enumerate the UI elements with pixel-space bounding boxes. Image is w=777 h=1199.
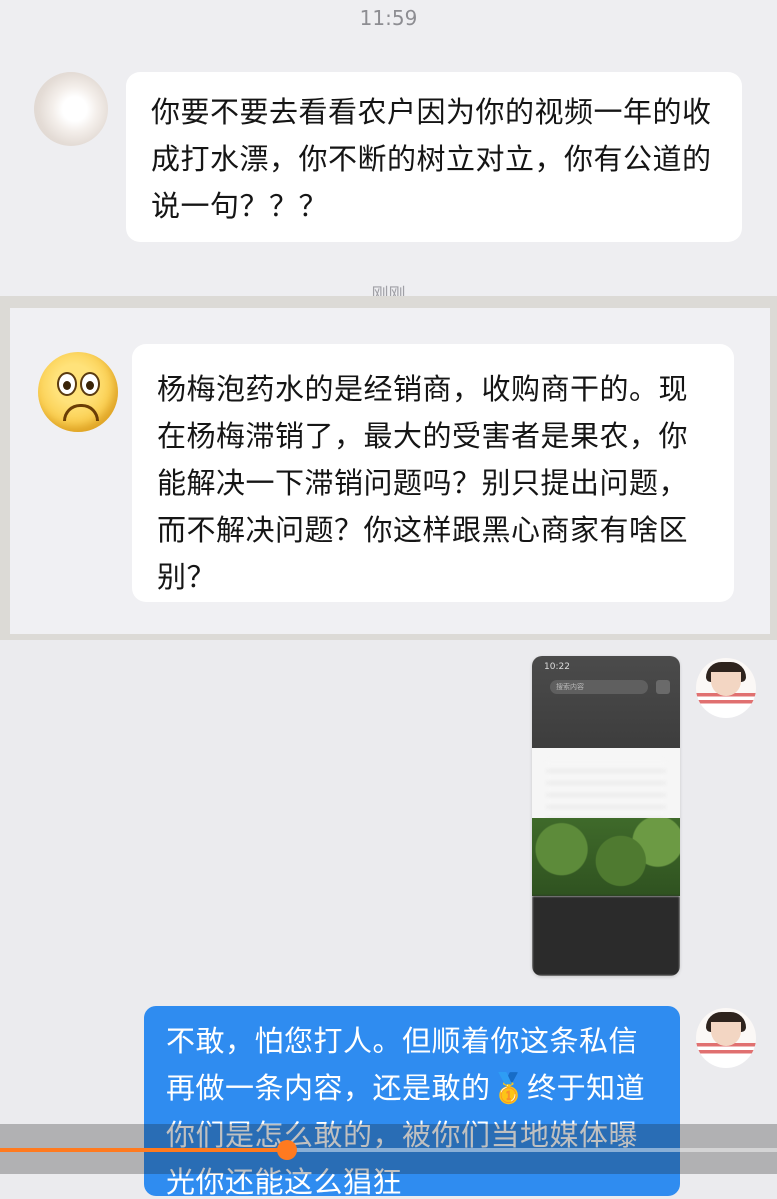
thumbnail-search-bar: 搜索内容 [550,680,648,694]
avatar-face [711,1022,741,1046]
avatar-face [711,672,741,696]
blurred-dark-area [532,896,680,976]
thumbnail-header: 10:22 搜索内容 [532,656,680,748]
chat-panel-2: 杨梅泡药水的是经销商，收购商干的。现在杨梅滞销了，最大的受害者是果农，你能解决一… [0,296,777,640]
user-avatar[interactable] [696,1008,756,1068]
message-time: 11:59 [359,6,418,30]
incoming-message-bubble: 你要不要去看看农户因为你的视频一年的收成打水漂，你不断的树立对立，你有公道的说一… [126,72,742,242]
incoming-message-bubble: 杨梅泡药水的是经销商，收购商干的。现在杨梅滞销了，最大的受害者是果农，你能解决一… [132,344,734,602]
chat-panel-3: 10:22 搜索内容 不敢，怕您打人。但顺着你这条私信再做一条内容，还是敢的🥇终… [0,640,777,1199]
user-avatar[interactable] [696,658,756,718]
video-progress-fill [0,1148,288,1152]
sent-time-label: 刚刚 [371,285,406,296]
plant-photo [532,818,680,896]
eye-left [57,372,77,396]
thumbnail-button-icon [656,680,670,694]
sender-avatar[interactable] [34,72,108,146]
image-message-thumbnail[interactable]: 10:22 搜索内容 [532,656,680,976]
chat-screenshot: 杨梅泡药水的是经销商，收购商干的。现在杨梅滞销了，最大的受害者是果农，你能解决一… [10,308,770,634]
sad-face-avatar-icon[interactable] [38,352,118,432]
frown-mouth [63,404,99,421]
thumbnail-time: 10:22 [544,662,570,672]
chat-panel-1: 11:59 你要不要去看看农户因为你的视频一年的收成打水漂，你不断的树立对立，你… [0,0,777,296]
eye-right [80,372,100,396]
